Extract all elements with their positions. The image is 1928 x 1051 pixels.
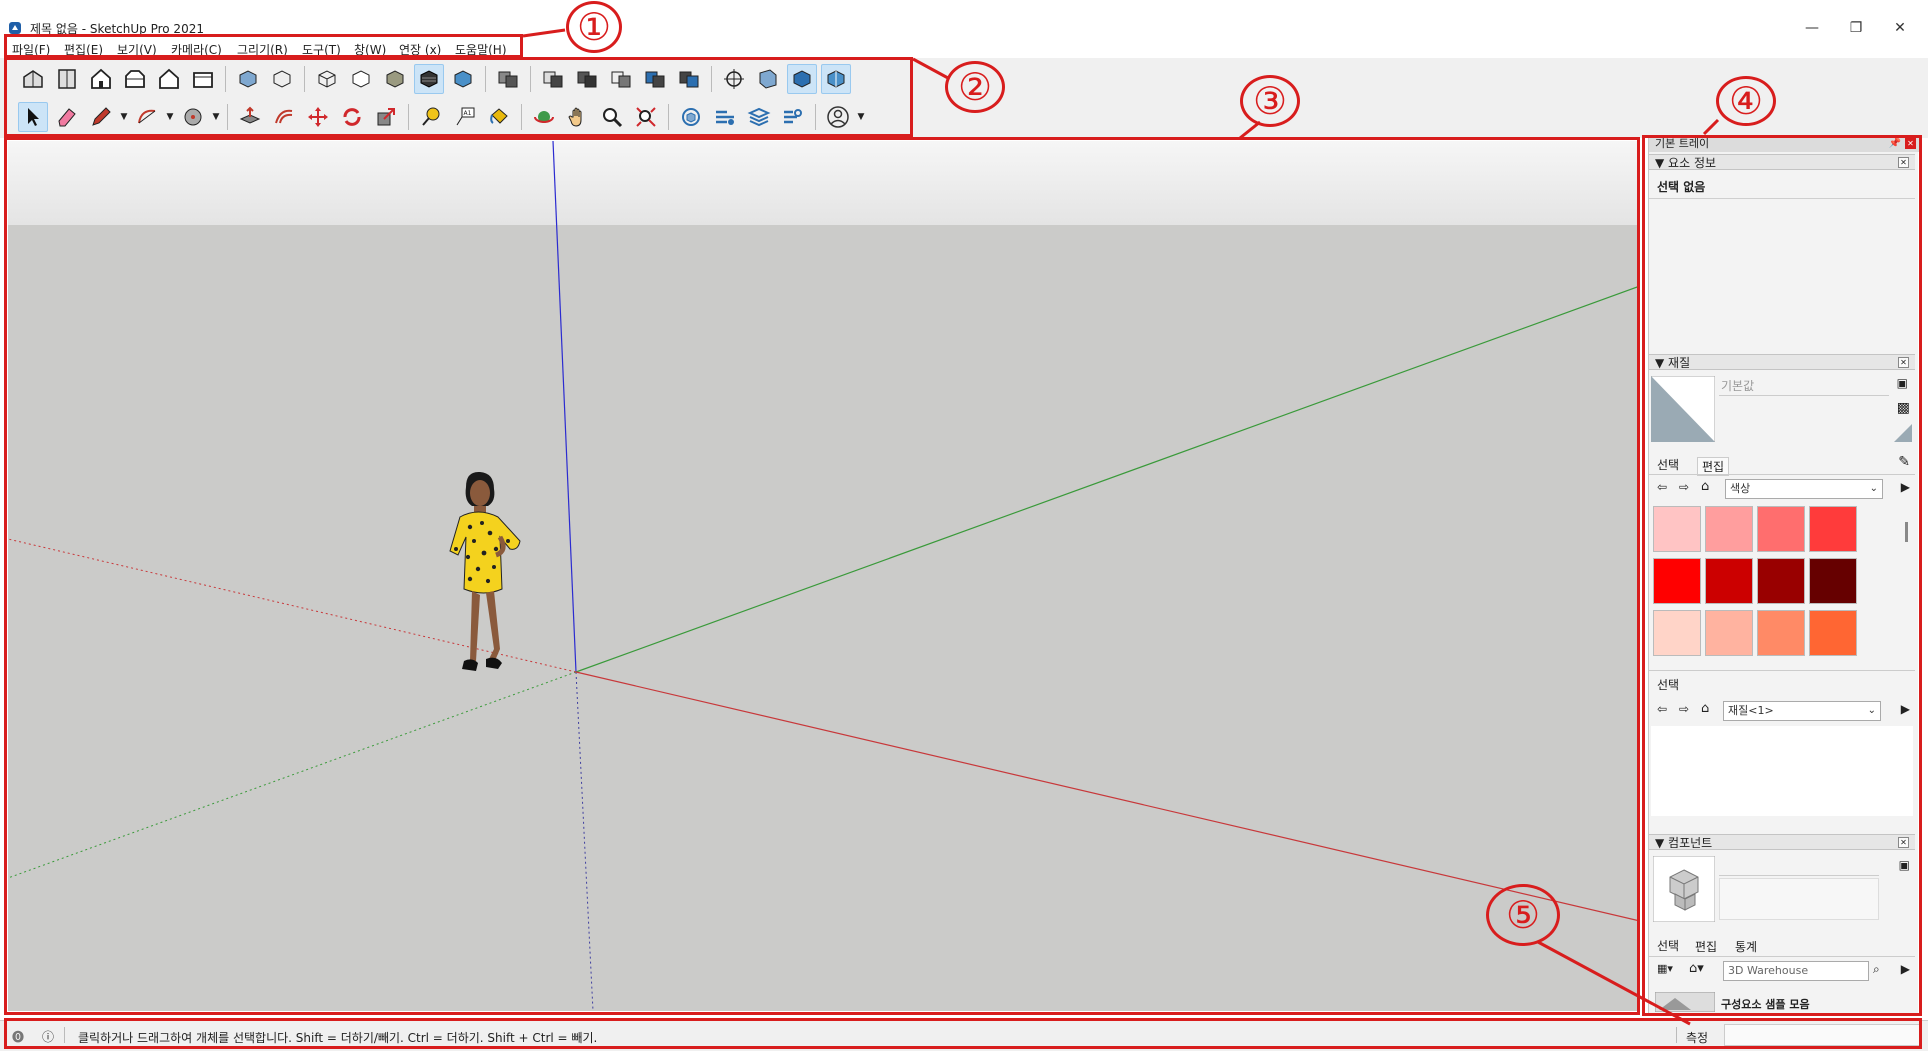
annotation-label-2: ② [945,61,1005,113]
annotation-connectors [522,28,1720,1026]
annotation-label-5: ⑤ [1486,884,1560,946]
annotation-label-4: ④ [1716,76,1776,126]
annotation-label-1: ① [566,1,622,53]
annotation-label-3: ③ [1240,75,1300,127]
